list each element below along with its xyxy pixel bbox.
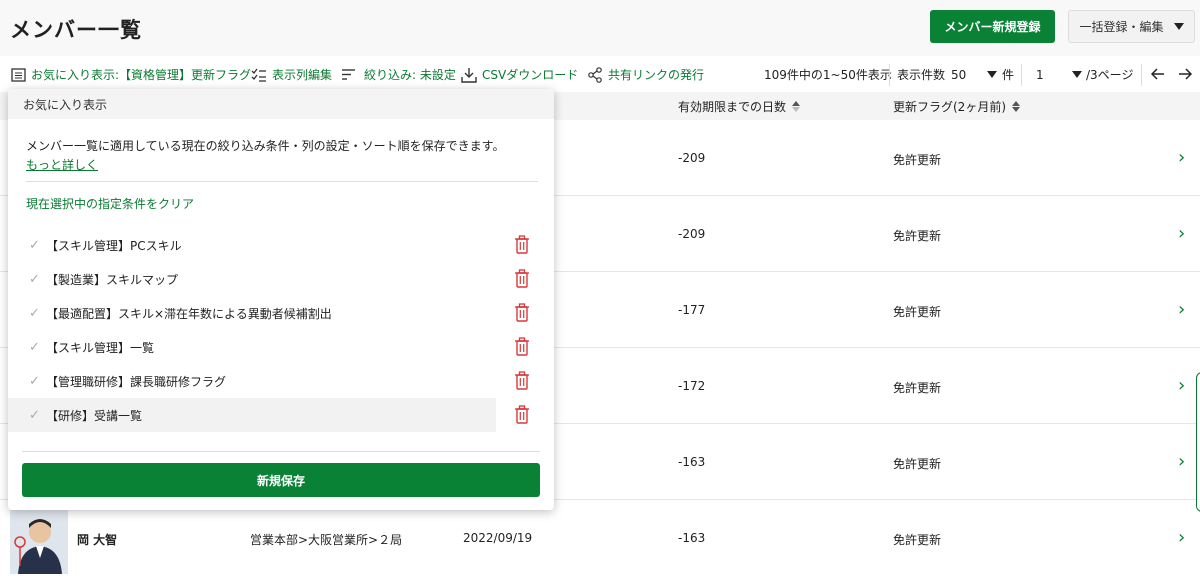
arrow-right-icon[interactable] bbox=[1178, 68, 1192, 80]
favorite-item[interactable]: ✓ 【研修】受講一覧 bbox=[8, 398, 496, 432]
divider bbox=[889, 64, 890, 86]
days-cell: -177 bbox=[678, 303, 706, 317]
dept-cell: 営業本部>大阪営業所>２局 bbox=[250, 533, 403, 547]
trash-icon[interactable] bbox=[514, 235, 530, 254]
favorites-panel-title: お気に入り表示 bbox=[8, 89, 554, 119]
favorite-item-label: 【管理職研修】課長職研修フラグ bbox=[46, 374, 227, 389]
favorite-item-label: 【スキル管理】PCスキル bbox=[46, 238, 182, 253]
per-page-unit: 件 bbox=[1002, 68, 1015, 82]
flag-cell: 免許更新 bbox=[893, 533, 942, 547]
chevron-right-icon[interactable]: › bbox=[1178, 147, 1185, 168]
learn-more-link[interactable]: もっと詳しく bbox=[26, 156, 98, 173]
avatar bbox=[10, 510, 68, 574]
caret-down-icon bbox=[987, 71, 997, 78]
check-icon: ✓ bbox=[29, 339, 40, 355]
chevron-right-icon[interactable]: › bbox=[1178, 451, 1185, 472]
sort-icon bbox=[792, 101, 801, 112]
share-link-button[interactable]: 共有リンクの発行 bbox=[587, 66, 704, 83]
sort-icon bbox=[1012, 101, 1020, 112]
per-page-value: 50 bbox=[951, 67, 967, 82]
flag-cell: 免許更新 bbox=[893, 229, 942, 243]
bulk-edit-button[interactable]: 一括登録・編集 bbox=[1068, 10, 1195, 43]
flag-cell: 免許更新 bbox=[893, 305, 942, 319]
csv-download-label: CSVダウンロード bbox=[482, 68, 579, 82]
days-cell: -163 bbox=[678, 455, 706, 469]
column-header-flag-label: 更新フラグ(2ヶ月前) bbox=[893, 100, 1006, 114]
filter-label: 絞り込み: 未設定 bbox=[364, 68, 456, 82]
csv-download-button[interactable]: CSVダウンロード bbox=[461, 66, 578, 83]
favorite-item[interactable]: ✓ 【管理職研修】課長職研修フラグ bbox=[8, 364, 496, 398]
favorite-item[interactable]: ✓ 【スキル管理】PCスキル bbox=[8, 228, 496, 262]
column-edit-label: 表示列編集 bbox=[272, 68, 333, 82]
favorite-item-label: 【研修】受講一覧 bbox=[46, 408, 143, 423]
trash-icon[interactable] bbox=[514, 269, 530, 288]
divider bbox=[1021, 64, 1022, 86]
column-header-days[interactable]: 有効期限までの日数 bbox=[678, 98, 801, 115]
date-cell: 2022/09/19 bbox=[463, 531, 533, 545]
list-icon bbox=[11, 67, 26, 82]
share-link-label: 共有リンクの発行 bbox=[608, 68, 705, 82]
favorite-item-label: 【製造業】スキルマップ bbox=[46, 272, 179, 287]
trash-icon[interactable] bbox=[514, 405, 530, 424]
check-icon: ✓ bbox=[29, 407, 40, 423]
days-cell: -172 bbox=[678, 379, 706, 393]
favorite-view-label: お気に入り表示:【資格管理】更新フラグ bbox=[31, 68, 252, 82]
download-icon bbox=[461, 67, 477, 83]
caret-down-icon bbox=[1072, 71, 1082, 78]
favorite-item[interactable]: ✓ 【製造業】スキルマップ bbox=[8, 262, 496, 296]
chevron-right-icon[interactable]: › bbox=[1178, 527, 1185, 548]
favorite-item-label: 【スキル管理】一覧 bbox=[46, 340, 155, 355]
arrow-left-icon[interactable] bbox=[1151, 68, 1165, 80]
share-icon bbox=[588, 66, 602, 83]
per-page-label: 表示件数 bbox=[897, 68, 946, 82]
check-icon: ✓ bbox=[29, 271, 40, 287]
days-cell: -209 bbox=[678, 151, 706, 165]
flag-cell: 免許更新 bbox=[893, 381, 942, 395]
page-value: 1 bbox=[1036, 67, 1044, 82]
favorites-panel: お気に入り表示 メンバー一覧に適用している現在の絞り込み条件・列の設定・ソート順… bbox=[8, 89, 554, 510]
column-header-days-label: 有効期限までの日数 bbox=[678, 100, 787, 114]
caret-down-icon bbox=[1173, 23, 1184, 30]
filter-icon bbox=[342, 69, 355, 80]
page-total: /3ページ bbox=[1086, 68, 1134, 82]
divider bbox=[22, 451, 540, 452]
favorites-description: メンバー一覧に適用している現在の絞り込み条件・列の設定・ソート順を保存できます。 bbox=[26, 139, 505, 153]
days-cell: -163 bbox=[678, 531, 706, 545]
save-new-button[interactable]: 新規保存 bbox=[22, 463, 540, 497]
page-title: メンバー一覧 bbox=[10, 18, 142, 42]
flag-cell: 免許更新 bbox=[893, 457, 942, 471]
chevron-right-icon[interactable]: › bbox=[1178, 223, 1185, 244]
result-range: 109件中の1~50件表示 bbox=[764, 68, 892, 82]
divider bbox=[1141, 64, 1142, 86]
clear-conditions-link[interactable]: 現在選択中の指定条件をクリア bbox=[26, 195, 194, 212]
avatar-photo bbox=[10, 510, 68, 574]
member-name[interactable]: 岡 大智 bbox=[77, 531, 117, 548]
bulk-edit-label: 一括登録・編集 bbox=[1079, 20, 1164, 34]
side-panel-tab[interactable] bbox=[1196, 372, 1200, 512]
divider bbox=[26, 181, 538, 182]
per-page-select[interactable]: 50 件 bbox=[951, 66, 1014, 83]
favorite-item[interactable]: ✓ 【スキル管理】一覧 bbox=[8, 330, 496, 364]
columns-icon bbox=[251, 68, 266, 82]
favorite-item[interactable]: ✓ 【最適配置】スキル×滞在年数による異動者候補割出 bbox=[8, 296, 496, 330]
chevron-right-icon[interactable]: › bbox=[1178, 299, 1185, 320]
chevron-right-icon[interactable]: › bbox=[1178, 375, 1185, 396]
table-row[interactable]: 岡 大智 営業本部>大阪営業所>２局 2022/09/19 -163 免許更新 … bbox=[0, 500, 1200, 576]
column-header-flag[interactable]: 更新フラグ(2ヶ月前) bbox=[893, 98, 1020, 115]
trash-icon[interactable] bbox=[514, 337, 530, 356]
new-member-button[interactable]: メンバー新規登録 bbox=[930, 10, 1055, 43]
filter-button[interactable]: 絞り込み: 未設定 bbox=[341, 66, 456, 83]
check-icon: ✓ bbox=[29, 305, 40, 321]
check-icon: ✓ bbox=[29, 373, 40, 389]
toolbar: お気に入り表示:【資格管理】更新フラグ 表示列編集 絞り込み: 未設定 CSVダ… bbox=[0, 62, 1200, 88]
days-cell: -209 bbox=[678, 227, 706, 241]
trash-icon[interactable] bbox=[514, 371, 530, 390]
check-icon: ✓ bbox=[29, 237, 40, 253]
favorite-view-button[interactable]: お気に入り表示:【資格管理】更新フラグ bbox=[11, 66, 251, 83]
favorite-item-label: 【最適配置】スキル×滞在年数による異動者候補割出 bbox=[46, 306, 332, 321]
column-edit-button[interactable]: 表示列編集 bbox=[251, 66, 332, 83]
trash-icon[interactable] bbox=[514, 303, 530, 322]
flag-cell: 免許更新 bbox=[893, 153, 942, 167]
page-select[interactable]: 1 /3ページ bbox=[1036, 66, 1133, 83]
